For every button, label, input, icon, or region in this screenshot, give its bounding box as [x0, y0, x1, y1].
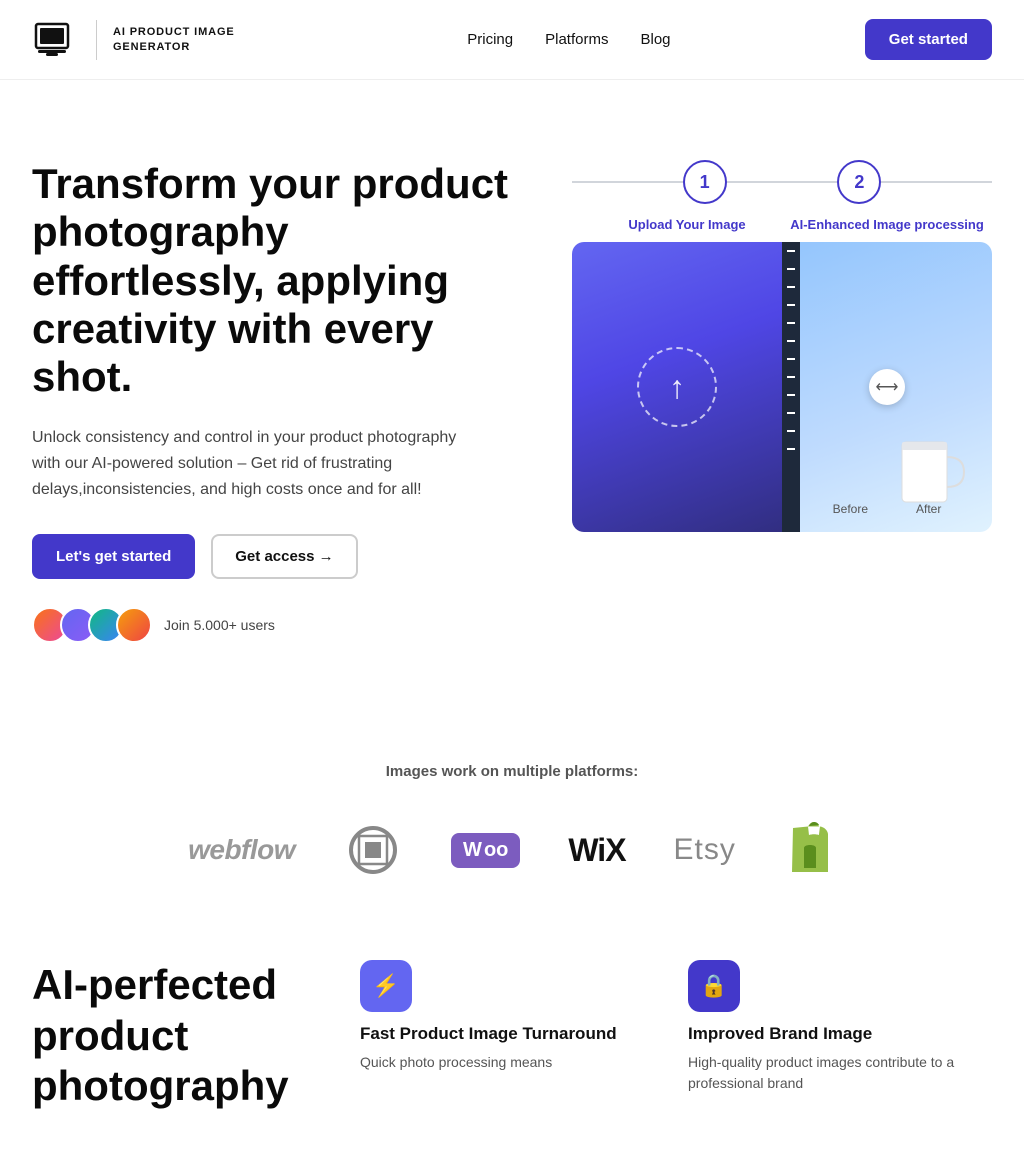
feature-title-1: Fast Product Image Turnaround	[360, 1024, 664, 1044]
etsy-logo: Etsy	[674, 833, 736, 867]
features-section: AI-perfected product photography ⚡ Fast …	[0, 920, 1024, 1151]
squarespace-icon	[343, 820, 403, 880]
nav-pricing[interactable]: Pricing	[467, 31, 513, 48]
social-proof-text: Join 5.000+ users	[164, 617, 275, 633]
step-2-label: AI-Enhanced Image processing	[790, 217, 984, 232]
image-compare: ↑ ⟷	[572, 242, 992, 532]
logo-divider	[96, 20, 97, 60]
feature-card-1: ⚡ Fast Product Image Turnaround Quick ph…	[360, 960, 664, 1094]
step-1-circle: 1	[683, 160, 727, 204]
ruler	[782, 242, 800, 532]
logo-icon	[32, 16, 80, 64]
shopify-icon	[784, 820, 836, 880]
compare-handle[interactable]: ⟷	[869, 369, 905, 405]
feature-title-2: Improved Brand Image	[688, 1024, 992, 1044]
step-connector-middle	[727, 181, 838, 183]
feature-card-2: 🔒 Improved Brand Image High-quality prod…	[688, 960, 992, 1094]
step-connector-right	[881, 181, 992, 183]
woocommerce-logo: W oo	[451, 833, 520, 868]
before-after-labels: Before After	[833, 502, 942, 516]
hero-section: Transform your product photography effor…	[0, 80, 1024, 703]
hero-title: Transform your product photography effor…	[32, 160, 532, 401]
step-connector-left	[572, 181, 683, 183]
etsy-text: Etsy	[674, 833, 736, 867]
webflow-logo: webflow	[188, 834, 295, 866]
hero-left: Transform your product photography effor…	[32, 160, 532, 643]
result-panel: ⟷ Before After	[782, 242, 992, 532]
platforms-logos: webflow W oo WiX Etsy	[32, 820, 992, 880]
features-left: AI-perfected product photography	[32, 960, 312, 1111]
wix-logo: WiX	[568, 832, 625, 869]
feature-icon-2: 🔒	[688, 960, 740, 1012]
platforms-title: Images work on multiple platforms:	[32, 763, 992, 780]
upload-circle: ↑	[637, 347, 717, 427]
shopify-logo	[784, 820, 836, 880]
navbar: AI PRODUCT IMAGE GENERATOR Pricing Platf…	[0, 0, 1024, 80]
hero-description: Unlock consistency and control in your p…	[32, 425, 462, 502]
nav-links: Pricing Platforms Blog	[467, 31, 670, 48]
lets-get-started-button[interactable]: Let's get started	[32, 534, 195, 579]
step-1-label: Upload Your Image	[628, 217, 745, 232]
feature-desc-1: Quick photo processing means	[360, 1052, 664, 1073]
steps-labels: Upload Your Image AI-Enhanced Image proc…	[572, 216, 992, 234]
hero-social: Join 5.000+ users	[32, 607, 532, 643]
after-label: After	[916, 502, 941, 516]
step-2-circle: 2	[837, 160, 881, 204]
wix-text: WiX	[568, 832, 625, 869]
hero-right: 1 2 Upload Your Image AI-Enhanced Image …	[572, 160, 992, 532]
logo-title: AI PRODUCT IMAGE GENERATOR	[113, 25, 273, 54]
features-cards: ⚡ Fast Product Image Turnaround Quick ph…	[360, 960, 992, 1094]
upload-panel: ↑	[572, 242, 782, 532]
platforms-section: Images work on multiple platforms: webfl…	[0, 703, 1024, 920]
features-title: AI-perfected product photography	[32, 960, 312, 1111]
webflow-text: webflow	[188, 834, 295, 866]
lock-icon: 🔒	[700, 973, 727, 999]
feature-icon-1: ⚡	[360, 960, 412, 1012]
get-started-button[interactable]: Get started	[865, 19, 992, 60]
woo-badge: W oo	[451, 833, 520, 868]
nav-blog[interactable]: Blog	[640, 31, 670, 48]
lightning-icon: ⚡	[372, 973, 399, 999]
avatar	[116, 607, 152, 643]
before-label: Before	[833, 502, 868, 516]
feature-desc-2: High-quality product images contribute t…	[688, 1052, 992, 1094]
woo-w: W	[463, 839, 482, 862]
upload-arrow-icon: ↑	[669, 369, 685, 406]
get-access-button[interactable]: Get access →	[211, 534, 357, 579]
avatar-group	[32, 607, 152, 643]
steps-header: 1 2	[572, 160, 992, 204]
squarespace-logo	[343, 820, 403, 880]
logo[interactable]: AI PRODUCT IMAGE GENERATOR	[32, 16, 273, 64]
hero-buttons: Let's get started Get access →	[32, 534, 532, 579]
woo-oo: oo	[484, 839, 508, 862]
nav-platforms[interactable]: Platforms	[545, 31, 608, 48]
